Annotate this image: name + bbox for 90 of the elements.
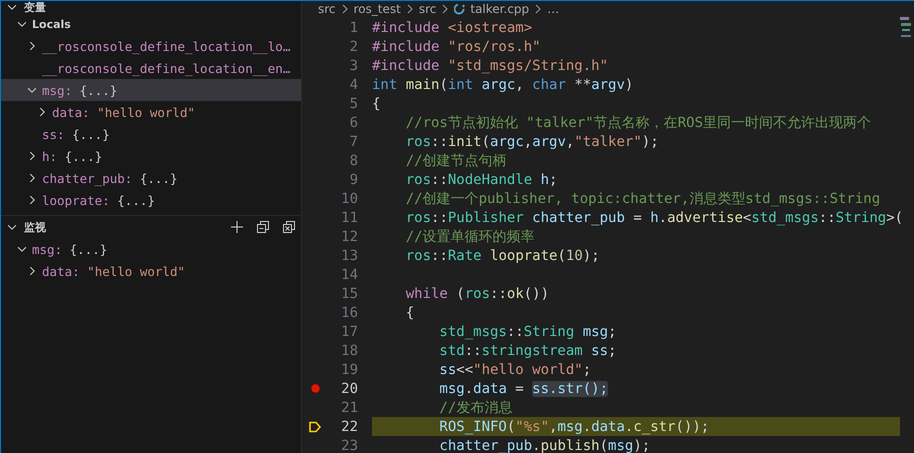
- variable-value: "hello world": [87, 264, 186, 278]
- code-line: {: [404, 304, 416, 322]
- code-line: ros::init(argc,argv,"talker");: [404, 132, 660, 151]
- code-line: ros::Publisher chatter_pub = h.advertise<std_msgs::String>(: [404, 208, 904, 227]
- line-number: 7: [348, 134, 358, 150]
- section-title: 监视: [24, 220, 47, 234]
- line-number: 19: [340, 362, 358, 378]
- variable-row[interactable]: data: "hello world": [1, 101, 301, 123]
- line-number: 13: [340, 248, 358, 264]
- line-number: 22: [340, 418, 358, 434]
- cpp-file-icon: [454, 3, 466, 15]
- line-number: 5: [348, 96, 358, 112]
- code-line: ros::NodeHandle h;: [404, 170, 558, 189]
- breakpoint-icon[interactable]: [310, 384, 320, 393]
- line-number: 2: [348, 38, 358, 54]
- variable-name: data:: [52, 104, 90, 120]
- line-number: 16: [340, 304, 358, 320]
- line-number: 21: [340, 400, 358, 416]
- code-line: #include "std_msgs/String.h": [372, 56, 610, 75]
- variable-row[interactable]: ss: {...}: [1, 123, 301, 145]
- code-line: msg.data = ss.str();: [438, 380, 610, 398]
- variable-value: {...}: [64, 148, 102, 164]
- variable-name: h:: [42, 148, 58, 164]
- code-line: ros::Rate looprate(10);: [404, 246, 601, 265]
- line-number: 20: [340, 380, 358, 396]
- code-line: std_msgs::String msg;: [438, 322, 618, 341]
- breadcrumb-item[interactable]: src: [418, 2, 436, 16]
- variable-name: __rosconsole_define_location__en…: [42, 60, 290, 76]
- variable-row[interactable]: msg: {...}: [1, 238, 301, 260]
- line-number: 23: [340, 438, 358, 453]
- code-line: //设置单循环的频率: [404, 228, 536, 246]
- variable-value: {...}: [117, 192, 155, 208]
- code-line: int main(int argc, char **argv): [372, 76, 634, 94]
- line-number: 3: [348, 58, 358, 74]
- close-all-icon[interactable]: [281, 219, 297, 235]
- code-line: //创建节点句柄: [404, 152, 508, 170]
- chevron-right-icon: [440, 4, 450, 14]
- code-line: #include <iostream>: [372, 18, 534, 37]
- variable-name: msg:: [32, 242, 62, 256]
- variable-value: {...}: [72, 126, 110, 142]
- variable-value: "hello world": [97, 104, 196, 120]
- add-icon[interactable]: [229, 219, 245, 235]
- line-number: 1: [348, 20, 358, 36]
- breadcrumb-item[interactable]: talker.cpp: [470, 2, 530, 16]
- chevron-right-icon: [533, 4, 544, 14]
- breadcrumb-item[interactable]: src: [318, 2, 336, 16]
- line-number: 6: [348, 114, 358, 130]
- variable-row[interactable]: looprate: {...}: [1, 189, 301, 211]
- code-line: //ros节点初始化 "talker"节点名称，在ROS里同一时间不允许出现两个: [404, 114, 872, 132]
- code-line: ss<<"hello world";: [438, 360, 592, 379]
- code-line: //发布消息: [438, 398, 514, 417]
- variable-name: __rosconsole_define_location__lo…: [42, 38, 290, 54]
- variable-row[interactable]: __rosconsole_define_location__lo…: [1, 35, 301, 57]
- line-number: 8: [348, 152, 358, 168]
- variable-row[interactable]: msg: {...}: [1, 79, 301, 101]
- line-number: 12: [340, 228, 358, 244]
- scope-row[interactable]: Locals: [1, 13, 301, 35]
- variable-value: {...}: [70, 242, 108, 256]
- variable-name: msg:: [42, 82, 72, 98]
- section-title: 变量: [24, 1, 47, 13]
- line-number: 11: [340, 210, 358, 226]
- chevron-right-icon: [404, 4, 415, 14]
- chevron-right-icon: [340, 4, 350, 14]
- variable-row[interactable]: __rosconsole_define_location__en…: [1, 57, 301, 79]
- breadcrumb-item[interactable]: ros_test: [354, 2, 401, 16]
- variable-name: ss:: [42, 126, 65, 142]
- variable-row[interactable]: chatter_pub: {...}: [1, 167, 301, 189]
- scope-name: Locals: [32, 18, 71, 30]
- line-number: 4: [348, 76, 358, 92]
- line-number: 17: [340, 324, 358, 340]
- line-number: 10: [340, 190, 358, 206]
- code-line: while (ros::ok()): [404, 284, 550, 303]
- variable-row[interactable]: data: "hello world": [1, 260, 301, 282]
- breadcrumb-item[interactable]: …: [547, 2, 560, 16]
- variable-name: chatter_pub:: [42, 170, 132, 186]
- line-number: 18: [340, 342, 358, 358]
- variable-value: {...}: [140, 170, 178, 186]
- code-line: chatter_pub.publish(msg);: [438, 436, 652, 453]
- collapse-all-icon[interactable]: [255, 219, 271, 235]
- line-number: 15: [340, 286, 358, 302]
- code-line: //创建一个publisher, topic:chatter,消息类型std_msgs::String: [404, 190, 882, 208]
- variable-row[interactable]: h: {...}: [1, 145, 301, 167]
- variable-name: looprate:: [42, 192, 110, 208]
- variable-value: {...}: [80, 82, 118, 98]
- line-number: 14: [340, 266, 358, 282]
- code-line: #include "ros/ros.h": [372, 38, 542, 56]
- variable-name: data:: [42, 264, 80, 278]
- line-number: 9: [348, 172, 358, 188]
- code-line: {: [372, 94, 382, 113]
- code-line: std::stringstream ss;: [438, 342, 618, 360]
